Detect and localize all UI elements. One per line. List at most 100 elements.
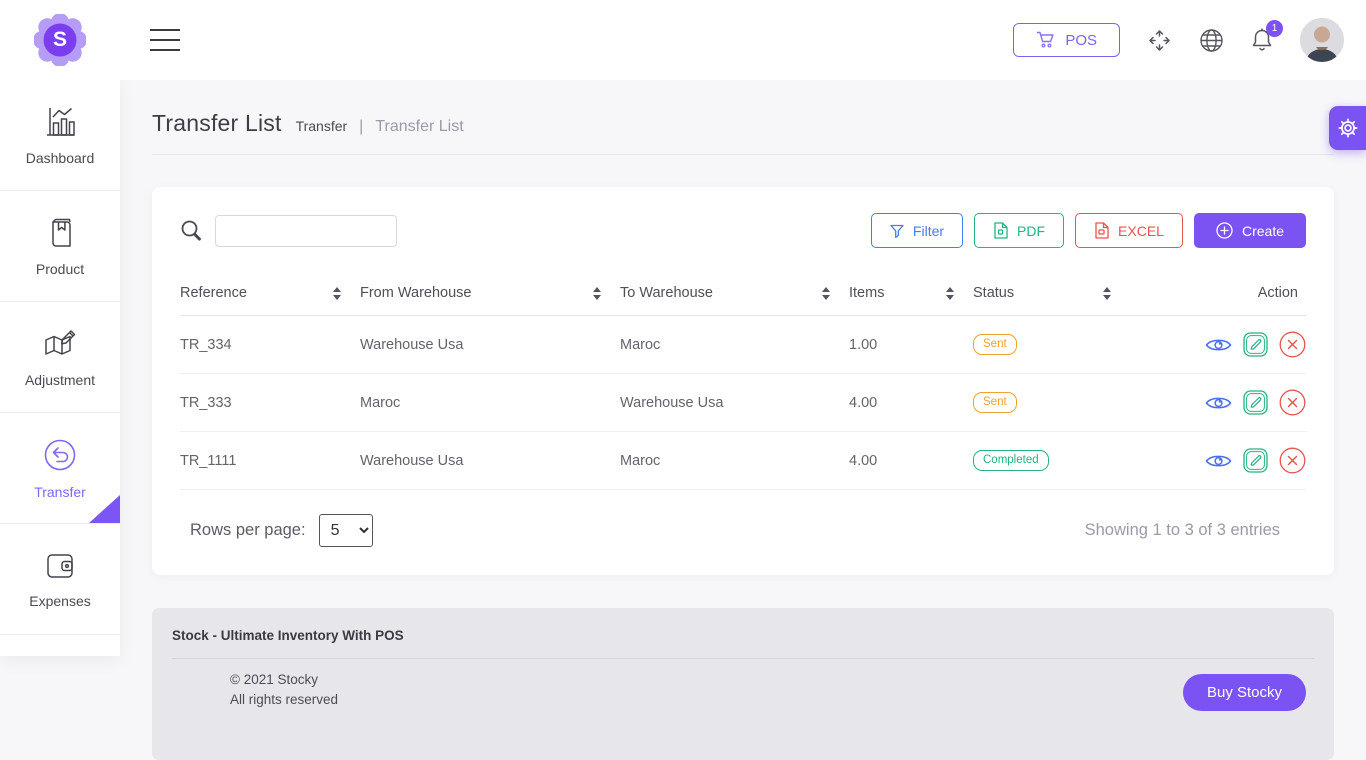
status-badge: Sent [973, 334, 1017, 355]
user-avatar[interactable] [1300, 18, 1344, 62]
pagination-bar: Rows per page: 5 Showing 1 to 3 of 3 ent… [180, 514, 1306, 547]
header-reference[interactable]: Reference [180, 274, 360, 316]
showing-entries-text: Showing 1 to 3 of 3 entries [1084, 521, 1280, 539]
search-icon [181, 220, 201, 241]
edit-icon[interactable] [1243, 448, 1268, 473]
transfer-icon [44, 439, 76, 470]
pdf-button[interactable]: PDF [974, 213, 1065, 248]
dashboard-icon [47, 107, 75, 136]
excel-button[interactable]: EXCEL [1075, 213, 1183, 248]
table-row: TR_334 Warehouse Usa Maroc 1.00 Sent [180, 315, 1306, 374]
cell-reference: TR_333 [180, 373, 360, 432]
excel-label: EXCEL [1118, 222, 1164, 239]
sort-icon [822, 286, 830, 300]
settings-gear-button[interactable] [1329, 106, 1366, 150]
transfers-table: Reference From Warehouse To Warehouse It… [180, 274, 1306, 490]
cell-actions [1130, 431, 1306, 490]
table-body: TR_334 Warehouse Usa Maroc 1.00 Sent TR_… [180, 315, 1306, 490]
cell-reference: TR_334 [180, 315, 360, 374]
notification-badge: 1 [1266, 20, 1283, 37]
sidebar-item-label: Product [35, 260, 85, 277]
main-content: Transfer List Transfer | Transfer List F… [120, 80, 1366, 760]
header-label: Action [1257, 285, 1298, 301]
cell-from-warehouse: Warehouse Usa [360, 431, 620, 490]
pos-label: POS [1065, 31, 1097, 49]
header-label: Status [973, 285, 1015, 301]
breadcrumb-separator: | [359, 118, 364, 135]
sidebar-item-adjustment[interactable]: Adjustment [0, 302, 120, 413]
pdf-file-icon [994, 222, 1008, 239]
footer: Stock - Ultimate Inventory With POS © 20… [152, 608, 1334, 760]
search-area [180, 214, 397, 247]
page-header: Transfer List Transfer | Transfer List [120, 80, 1366, 137]
pdf-label: PDF [1017, 222, 1046, 239]
status-badge: Sent [973, 392, 1017, 413]
header-divider [152, 154, 1334, 155]
fullscreen-icon[interactable] [1146, 27, 1173, 54]
filter-button[interactable]: Filter [870, 213, 964, 248]
edit-icon[interactable] [1243, 332, 1268, 357]
edit-icon[interactable] [1243, 390, 1268, 415]
sidebar-item-label: Expenses [29, 592, 91, 609]
sidebar-item-transfer[interactable]: Transfer [0, 413, 120, 524]
sidebar-item-product[interactable]: Product [0, 191, 120, 302]
view-icon[interactable] [1205, 337, 1232, 353]
adjustment-icon [45, 329, 76, 355]
footer-title: Stock - Ultimate Inventory With POS [172, 628, 404, 643]
header-action: Action [1130, 274, 1306, 316]
sidebar-item-expenses[interactable]: Expenses [0, 524, 120, 635]
buy-stocky-button[interactable]: Buy Stocky [1182, 674, 1306, 711]
sort-icon [946, 286, 954, 300]
create-button[interactable]: Create [1193, 213, 1306, 248]
cell-status: Sent [973, 373, 1130, 432]
cell-to-warehouse: Maroc [620, 431, 849, 490]
sidebar-item-label: Transfer [34, 483, 86, 500]
breadcrumb-transfer[interactable]: Transfer [296, 118, 348, 134]
search-input[interactable] [215, 214, 397, 247]
cell-items: 1.00 [849, 315, 973, 374]
header-to-warehouse[interactable]: To Warehouse [620, 274, 849, 316]
delete-icon[interactable] [1279, 447, 1306, 474]
table-toolbar: Filter PDF EXCEL Create [180, 213, 1306, 248]
app-logo[interactable]: S [34, 14, 86, 66]
pos-button[interactable]: POS [1013, 23, 1120, 57]
header-status[interactable]: Status [973, 274, 1130, 316]
view-icon[interactable] [1205, 395, 1232, 411]
gear-icon [1337, 118, 1358, 138]
page-title: Transfer List [152, 110, 282, 136]
header-label: Reference [180, 285, 247, 301]
table-row: TR_1111 Warehouse Usa Maroc 4.00 Complet… [180, 431, 1306, 490]
excel-file-icon [1095, 222, 1109, 239]
create-label: Create [1241, 222, 1284, 239]
filter-funnel-icon [890, 224, 904, 238]
cell-actions [1130, 373, 1306, 432]
cell-actions [1130, 315, 1306, 374]
notifications-bell[interactable]: 1 [1250, 20, 1283, 53]
view-icon[interactable] [1205, 453, 1232, 469]
plus-circle-icon [1216, 222, 1233, 239]
cell-to-warehouse: Maroc [620, 315, 849, 374]
delete-icon[interactable] [1279, 331, 1306, 358]
cell-status: Completed [973, 431, 1130, 490]
filter-label: Filter [912, 222, 945, 239]
header-from-warehouse[interactable]: From Warehouse [360, 274, 620, 316]
cell-items: 4.00 [849, 373, 973, 432]
table-header-row: Reference From Warehouse To Warehouse It… [180, 274, 1306, 316]
cell-items: 4.00 [849, 431, 973, 490]
rows-per-page-select[interactable]: 5 [318, 514, 373, 547]
active-indicator [89, 495, 120, 523]
sidebar-item-dashboard[interactable]: Dashboard [0, 80, 120, 191]
sort-icon [333, 286, 341, 300]
header-items[interactable]: Items [849, 274, 973, 316]
cart-icon [1037, 31, 1054, 48]
status-badge: Completed [973, 450, 1049, 471]
expenses-icon [47, 553, 73, 578]
cell-from-warehouse: Maroc [360, 373, 620, 432]
cell-reference: TR_1111 [180, 431, 360, 490]
cell-status: Sent [973, 315, 1130, 374]
language-globe-icon[interactable] [1199, 28, 1224, 53]
menu-toggle-icon[interactable] [150, 29, 180, 51]
cell-from-warehouse: Warehouse Usa [360, 315, 620, 374]
sort-icon [593, 286, 601, 300]
delete-icon[interactable] [1279, 389, 1306, 416]
